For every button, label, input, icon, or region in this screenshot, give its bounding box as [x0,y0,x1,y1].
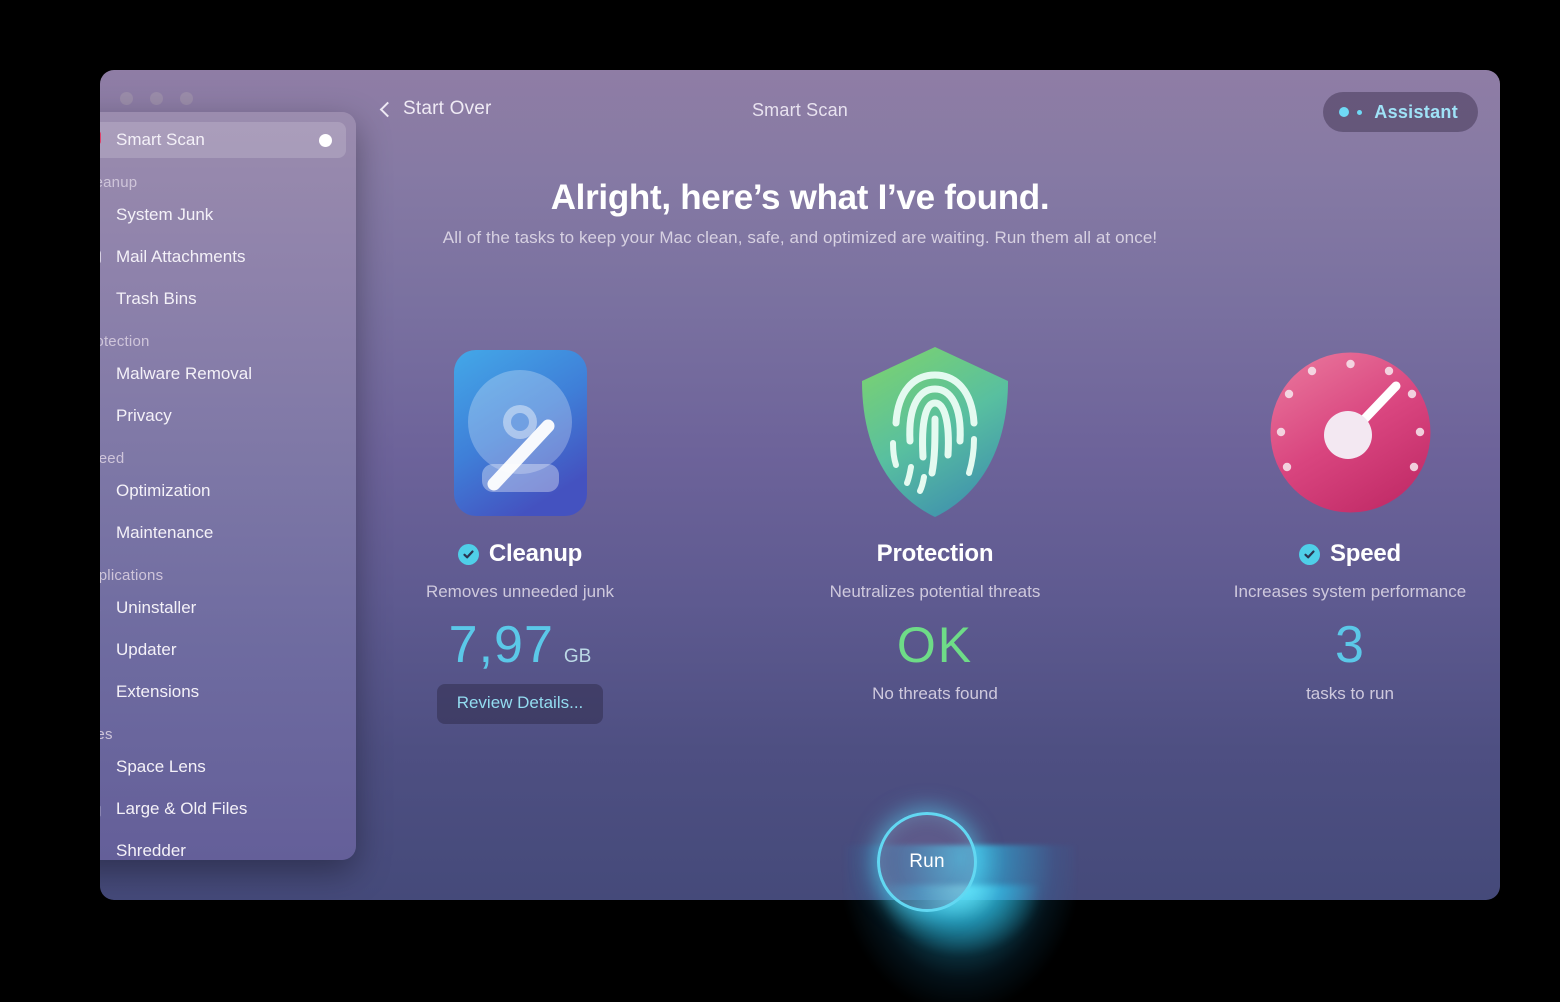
sidebar-group-label: Files [100,726,113,743]
assistant-dot-large-icon [1339,107,1350,117]
broom-icon [100,204,102,226]
sidebar-item-malware-removal[interactable]: Malware Removal [100,356,346,392]
monitor-scan-icon [100,129,102,151]
screenshot-stage: Start Over Smart Scan Assistant Alright,… [0,0,1560,1002]
review-details-button[interactable]: Review Details... [436,684,604,724]
metric-value: OK [896,617,974,673]
sidebar-item-label: Uninstaller [116,598,197,617]
wrench-icon [100,522,102,544]
sidebar-item-label: Malware Removal [116,364,253,383]
sidebar-item-mail-attachments[interactable]: Mail Attachments [100,239,346,275]
sidebar-item-smart-scan[interactable]: Smart Scan [100,122,346,158]
metric-sublabel: No threats found [872,684,998,703]
planet-icon [100,756,102,778]
sidebar-item-label: Shredder [116,841,186,860]
sidebar-item-large-old-files[interactable]: Large & Old Files [100,791,346,827]
card-description: Increases system performance [1233,582,1467,601]
app-stack-icon [100,597,102,619]
card-metric: 7,97 GB [449,616,592,674]
sidebar-item-uninstaller[interactable]: Uninstaller [100,590,346,626]
speedometer-icon [1268,345,1433,520]
shredder-icon [100,840,102,860]
card-label: Speed [1329,540,1402,567]
biohazard-icon [100,363,102,385]
results-cards: Cleanup Removes unneeded junk 7,97 GB Re… [370,345,1500,724]
hard-drive-icon [453,345,587,520]
card-label: Protection [876,540,994,567]
card-label: Cleanup [488,540,583,567]
sidebar-item-label: Privacy [116,406,172,425]
sidebar-item-privacy[interactable]: Privacy [100,398,346,434]
sidebar-group-label: Protection [100,333,150,350]
sidebar-item-optimization[interactable]: Optimization [100,473,346,509]
assistant-button[interactable]: Assistant [1323,92,1478,132]
sidebar-group-protection: Malware Removal Privacy [100,356,356,434]
sidebar: Smart Scan Cleanup System Junk [100,112,356,860]
sidebar-item-label: Space Lens [116,757,206,776]
sidebar-item-label: System Junk [116,205,214,224]
metric-sublabel: tasks to run [1306,684,1394,703]
assistant-dot-small-icon [1357,109,1363,115]
sidebar-item-label: Extensions [116,682,200,701]
envelope-icon [100,246,102,268]
sidebar-group-speed: Optimization Maintenance [100,473,356,551]
card-title-speed: Speed [1298,540,1402,568]
card-metric: OK [897,616,973,674]
sidebar-group-applications: Uninstaller Updater Extensions [100,590,356,710]
check-badge-icon [457,543,479,565]
sidebar-item-label: Optimization [116,481,211,500]
metric-unit: GB [563,646,592,667]
sidebar-item-space-lens[interactable]: Space Lens [100,749,346,785]
sidebar-item-shredder[interactable]: Shredder [100,833,346,860]
status-indicator-dot [319,133,332,147]
sidebar-item-label: Mail Attachments [116,247,246,266]
puzzle-icon [100,681,102,703]
card-description: Neutralizes potential threats [829,582,1041,601]
hand-icon [100,405,102,427]
folder-icon [100,798,102,820]
sidebar-item-trash-bins[interactable]: Trash Bins [100,281,346,317]
card-title-cleanup: Cleanup [457,540,583,568]
sidebar-item-label: Large & Old Files [116,799,248,818]
sidebar-group-label: Cleanup [100,174,138,191]
card-cleanup: Cleanup Removes unneeded junk 7,97 GB Re… [370,345,670,724]
card-metric: 3 [1335,616,1365,674]
sliders-icon [100,480,102,502]
sidebar-item-system-junk[interactable]: System Junk [100,197,346,233]
card-description: Removes unneeded junk [425,582,615,601]
metric-value: 3 [1335,616,1365,674]
run-button[interactable]: Run [877,812,977,912]
sidebar-item-label: Maintenance [116,523,214,542]
sidebar-group-label: Applications [100,567,164,584]
sidebar-item-extensions[interactable]: Extensions [100,674,346,710]
card-title-protection: Protection [877,540,994,568]
shield-fingerprint-icon [856,345,1014,520]
sidebar-item-maintenance[interactable]: Maintenance [100,515,346,551]
trash-bin-icon [100,288,102,310]
card-speed: Speed Increases system performance 3 tas… [1200,345,1500,724]
sidebar-item-updater[interactable]: Updater [100,632,346,668]
check-badge-icon [1298,543,1320,565]
assistant-label: Assistant [1374,101,1458,122]
sidebar-item-label: Trash Bins [116,289,197,308]
card-protection: Protection Neutralizes potential threats… [785,345,1085,724]
sidebar-item-label: Smart Scan [116,130,205,149]
sidebar-group-files: Space Lens Large & Old Files Shredder [100,749,356,860]
refresh-arrow-icon [100,639,102,661]
metric-value: 7,97 [448,616,554,674]
sidebar-group-cleanup: System Junk Mail Attachments Trash Bins [100,197,356,317]
app-window: Start Over Smart Scan Assistant Alright,… [100,70,1500,900]
sidebar-group-label: Speed [100,450,125,467]
sidebar-item-label: Updater [116,640,177,659]
